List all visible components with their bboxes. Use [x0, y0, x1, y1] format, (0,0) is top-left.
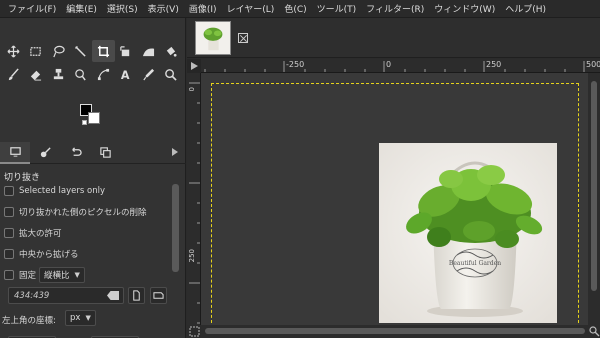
- ruler-label: 0: [386, 60, 392, 69]
- option-label: 中央から拡げる: [19, 250, 79, 260]
- menu-color[interactable]: 色(C): [279, 2, 311, 15]
- menu-edit[interactable]: 編集(E): [61, 2, 102, 15]
- unit-dropdown[interactable]: px ▼: [65, 310, 96, 326]
- option-label: 拡大の許可: [19, 229, 62, 239]
- ruler-label: 500: [586, 60, 600, 69]
- quick-mask-icon: [191, 62, 198, 70]
- ruler-corner[interactable]: [187, 59, 201, 73]
- background-color[interactable]: [88, 112, 100, 124]
- horizontal-scroll-thumb[interactable]: [205, 328, 585, 334]
- option-label: 切り抜かれた側のピクセルの削除: [19, 208, 147, 218]
- chevron-down-icon: ▼: [74, 271, 80, 279]
- ruler-ticks: [204, 61, 585, 72]
- fixed-mode-dropdown[interactable]: 縦横比 ▼: [39, 267, 85, 283]
- checkbox[interactable]: [4, 207, 14, 217]
- tool-grid: A: [2, 40, 182, 86]
- dock-menu-icon[interactable]: [170, 147, 180, 157]
- vertical-scroll-thumb[interactable]: [591, 81, 597, 291]
- menu-tools[interactable]: ツール(T): [312, 2, 362, 15]
- warp-icon[interactable]: [137, 40, 160, 62]
- selected-layers-only-option[interactable]: Selected layers only: [4, 184, 105, 198]
- checkbox[interactable]: [4, 186, 14, 196]
- ruler-label: -250: [286, 60, 305, 69]
- toolbox: A 切り抜き Selected layers only 切り抜かれた側のピクセル…: [0, 18, 186, 338]
- eraser-icon[interactable]: [25, 63, 48, 85]
- tool-options-tab-icon[interactable]: [0, 141, 30, 164]
- device-status-tab-icon[interactable]: [30, 142, 60, 164]
- menu-select[interactable]: 選択(S): [102, 2, 143, 15]
- move-tool-icon[interactable]: [2, 40, 25, 62]
- option-label: Selected layers only: [19, 186, 105, 196]
- menu-image[interactable]: 画像(I): [184, 2, 222, 15]
- horizontal-ruler[interactable]: -250 0 250 500: [201, 59, 600, 73]
- lasso-icon[interactable]: [47, 40, 70, 62]
- allow-growing-option[interactable]: 拡大の許可: [4, 226, 62, 240]
- image-canvas[interactable]: Beautiful Garden: [201, 73, 600, 325]
- expand-center-option[interactable]: 中央から拡げる: [4, 247, 79, 261]
- image-tabs: [187, 18, 600, 58]
- tool-options-title: 切り抜き: [4, 173, 41, 183]
- option-label: 固定: [19, 271, 37, 281]
- menu-help[interactable]: ヘルプ(H): [500, 2, 551, 15]
- ruler-ticks: [189, 82, 200, 324]
- portrait-button[interactable]: [128, 287, 145, 304]
- transform-icon[interactable]: [115, 40, 138, 62]
- color-swatches[interactable]: [80, 104, 104, 130]
- svg-text:A: A: [121, 69, 130, 81]
- wand-icon[interactable]: [70, 40, 93, 62]
- image-thumbnail[interactable]: [195, 21, 231, 55]
- pot-label-text: Beautiful Garden: [449, 260, 501, 267]
- text-tool-icon[interactable]: A: [115, 63, 138, 85]
- plant-thumbnail-image: [196, 22, 230, 54]
- tool-options-scrollbar[interactable]: [172, 184, 179, 272]
- landscape-button[interactable]: [150, 287, 167, 304]
- menu-bar: ファイル(F) 編集(E) 選択(S) 表示(V) 画像(I) レイヤー(L) …: [0, 0, 600, 18]
- aspect-ratio-input[interactable]: 434:439: [8, 287, 124, 304]
- smudge-icon[interactable]: [70, 63, 93, 85]
- fixed-mode-value: 縦横比: [44, 271, 70, 281]
- undo-history-tab-icon[interactable]: [60, 142, 90, 164]
- paths-icon[interactable]: [92, 63, 115, 85]
- plant-image: Beautiful Garden: [379, 143, 557, 323]
- menu-filters[interactable]: フィルター(R): [361, 2, 429, 15]
- clone-icon[interactable]: [47, 63, 70, 85]
- zoom-tool-icon[interactable]: [160, 63, 183, 85]
- unit-value: px: [70, 313, 81, 323]
- dock-tabs: [0, 141, 186, 164]
- aspect-ratio-value: 434:439: [14, 290, 50, 301]
- checkbox[interactable]: [4, 249, 14, 259]
- vertical-ruler[interactable]: 0 250: [187, 73, 201, 325]
- menu-windows[interactable]: ウィンドウ(W): [429, 2, 500, 15]
- menu-view[interactable]: 表示(V): [143, 2, 184, 15]
- horizontal-scrollbar[interactable]: [201, 325, 600, 338]
- plant-photo[interactable]: Beautiful Garden: [379, 143, 557, 323]
- portrait-icon: [133, 290, 140, 301]
- zoom-to-window-icon[interactable]: [588, 325, 600, 338]
- ruler-label: 250: [188, 249, 196, 263]
- color-picker-icon[interactable]: [137, 63, 160, 85]
- position-label: 左上角の座標:: [2, 316, 56, 326]
- chevron-down-icon: ▼: [85, 314, 91, 322]
- ruler-label: 250: [486, 60, 502, 69]
- crop-tool-icon[interactable]: [92, 40, 115, 62]
- paintbrush-icon[interactable]: [2, 63, 25, 85]
- delete-cropped-option[interactable]: 切り抜かれた側のピクセルの削除: [4, 205, 147, 219]
- menu-layer[interactable]: レイヤー(L): [222, 2, 280, 15]
- ruler-label: 0: [188, 87, 196, 92]
- menu-file[interactable]: ファイル(F): [3, 2, 61, 15]
- images-tab-icon[interactable]: [90, 142, 120, 164]
- clear-icon[interactable]: [107, 291, 119, 300]
- checkbox[interactable]: [4, 228, 14, 238]
- landscape-icon: [153, 292, 164, 299]
- vertical-scrollbar[interactable]: [588, 73, 600, 325]
- bucket-fill-icon[interactable]: [160, 40, 183, 62]
- navigate-icon[interactable]: [188, 325, 201, 338]
- close-image-icon[interactable]: [238, 33, 248, 43]
- fixed-option[interactable]: 固定 縦横比 ▼: [4, 267, 85, 283]
- rect-select-icon[interactable]: [25, 40, 48, 62]
- reset-colors-icon[interactable]: [82, 120, 87, 125]
- checkbox[interactable]: [4, 270, 14, 280]
